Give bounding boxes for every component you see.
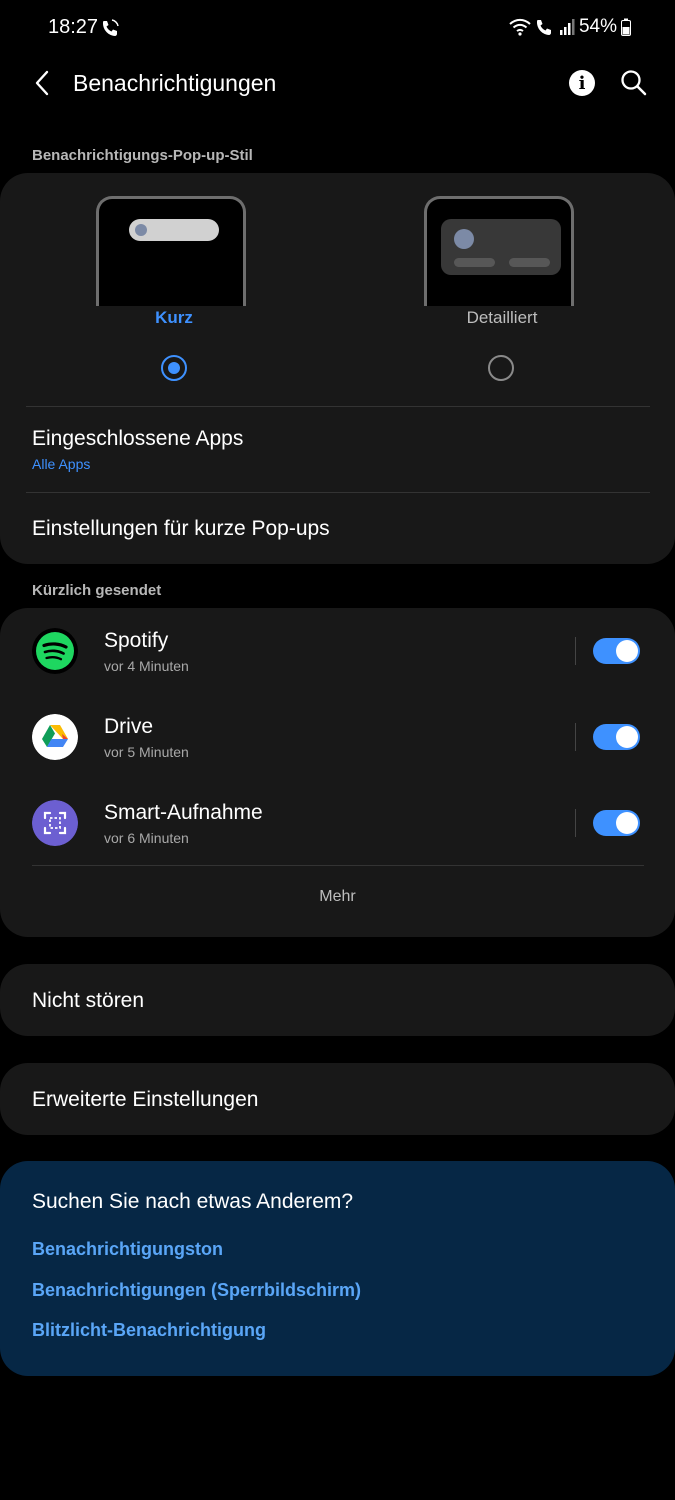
app-time: vor 6 Minuten [104,830,189,846]
advanced-settings-title: Erweiterte Einstellungen [32,1088,259,1111]
divider [26,406,650,407]
app-name: Smart-Aufnahme [104,801,263,824]
radio-brief[interactable] [161,355,187,381]
app-time: vor 4 Minuten [104,658,189,674]
detailed-style-preview[interactable] [424,196,574,306]
more-button[interactable]: Mehr [0,888,675,906]
suggestion-link-flash-notification[interactable]: Blitzlicht-Benachrichtigung [32,1320,266,1341]
do-not-disturb-title: Nicht stören [32,989,145,1012]
popup-style-section-label: Benachrichtigungs-Pop-up-Stil [32,147,253,164]
suggestion-link-lockscreen-notifications[interactable]: Benachrichtigungen (Sperrbildschirm) [32,1280,361,1301]
detailed-preview-bar [454,258,495,267]
list-item-spotify[interactable]: Spotify vor 4 Minuten [0,614,675,688]
brief-preview-pill [129,219,219,241]
advanced-settings-row[interactable]: Erweiterte Einstellungen [0,1063,675,1135]
status-icons: 54% [509,16,631,38]
chevron-left-icon [35,70,49,96]
suggestions-title: Suchen Sie nach etwas Anderem? [32,1190,354,1213]
status-time: 18:27 [48,16,99,38]
included-apps-title: Eingeschlossene Apps [32,427,244,450]
brief-style-preview[interactable] [96,196,246,306]
list-item-drive[interactable]: Drive vor 5 Minuten [0,700,675,774]
option-label-brief: Kurz [155,308,193,327]
toggle-spotify[interactable] [593,638,640,664]
detailed-preview-dot [454,229,474,249]
battery-icon [621,18,631,36]
battery-percent: 54% [578,16,617,37]
call-icon [536,20,551,35]
divider [575,809,576,837]
toggle-smart-capture[interactable] [593,810,640,836]
app-name: Drive [104,715,154,738]
spotify-icon [32,628,78,674]
brief-popup-settings-row[interactable]: Einstellungen für kurze Pop-ups [0,494,675,564]
app-name: Spotify [104,629,169,652]
info-icon[interactable]: i [569,70,595,96]
wifi-icon [509,18,531,36]
option-label-detailed: Detailliert [466,308,538,327]
divider [575,637,576,665]
app-time: vor 5 Minuten [104,744,189,760]
radio-detailed[interactable] [488,355,514,381]
included-apps-row[interactable]: Eingeschlossene Apps Alle Apps [0,408,675,492]
brief-preview-dot [135,224,147,236]
smart-capture-icon [32,800,78,846]
back-button[interactable] [26,66,58,100]
signal-icon [559,19,575,35]
page-title: Benachrichtigungen [73,70,277,96]
brief-popup-settings-title: Einstellungen für kurze Pop-ups [32,517,330,540]
drive-icon [32,714,78,760]
list-item-smart-capture[interactable]: Smart-Aufnahme vor 6 Minuten [0,786,675,860]
included-apps-value: Alle Apps [32,456,91,472]
search-icon[interactable] [619,68,649,98]
divider [32,865,644,866]
wifi-call-icon [103,19,119,36]
divider [26,492,650,493]
recent-section-label: Kürzlich gesendet [32,582,162,599]
divider [575,723,576,751]
do-not-disturb-row[interactable]: Nicht stören [0,964,675,1036]
toggle-drive[interactable] [593,724,640,750]
suggestion-link-notification-sound[interactable]: Benachrichtigungston [32,1239,223,1260]
detailed-preview-card [441,219,561,275]
detailed-preview-bar [509,258,550,267]
